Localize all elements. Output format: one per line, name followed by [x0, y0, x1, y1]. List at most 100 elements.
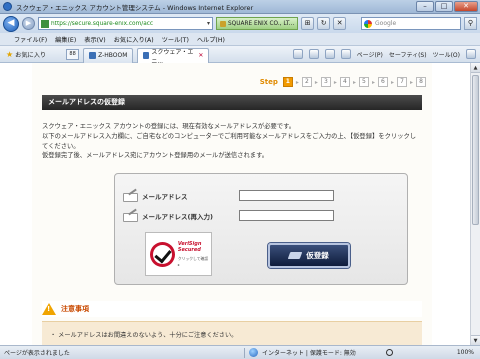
provisional-register-button[interactable]: 仮登録	[268, 243, 350, 268]
step-7: 7	[396, 77, 407, 87]
search-placeholder: Google	[375, 20, 397, 27]
site-icon	[41, 19, 49, 28]
email-confirm-field[interactable]	[239, 210, 334, 221]
submit-label: 仮登録	[306, 251, 329, 260]
menu-tools[interactable]: ツール(T)	[162, 35, 189, 44]
section-title: メールアドレスの仮登録	[42, 95, 422, 110]
page-icon	[89, 52, 97, 59]
mail-icon[interactable]	[324, 49, 335, 59]
step-2: 2	[301, 77, 312, 87]
step-indicator: Step 1 ▸ 2 ▸ 3 ▸ 4 ▸ 5 ▸ 6 ▸ 7 ▸ 8	[260, 77, 426, 87]
menu-edit[interactable]: 編集(E)	[55, 35, 76, 44]
menu-favorites[interactable]: お気に入り(A)	[114, 35, 154, 44]
search-icon[interactable]: ⚲	[464, 17, 477, 30]
favorites-label: お気に入り	[15, 51, 47, 59]
favorites-button[interactable]: ★ お気に入り	[6, 50, 46, 59]
window-controls: – □ ✕	[416, 1, 478, 12]
page-icon	[143, 52, 150, 59]
feeds-icon[interactable]	[308, 49, 319, 59]
menu-view[interactable]: 表示(V)	[84, 35, 105, 44]
step-1: 1	[282, 77, 293, 87]
tab-close-icon[interactable]: ✕	[198, 52, 203, 59]
step-4: 4	[339, 77, 350, 87]
address-bar: ◀ ▶ https://secure.square-enix.com/acc ▾…	[0, 14, 480, 33]
email-row: メールアドレス	[123, 190, 334, 202]
mail-pencil-icon	[123, 211, 138, 222]
scroll-up-icon[interactable]: ▲	[471, 63, 480, 73]
section-description: スクウェア・エニックス アカウントの登録には、現在有効なメールアドレスが必要です…	[42, 122, 420, 161]
status-bar: ページが表示されました インターネット | 保護モード: 無効 100%	[0, 345, 480, 359]
quick-tabs-icon[interactable]: 88	[66, 48, 80, 60]
menu-help[interactable]: ヘルプ(H)	[197, 35, 225, 44]
cmd-tools[interactable]: ツール(O)	[433, 50, 460, 59]
forward-button[interactable]: ▶	[22, 17, 35, 30]
verisign-check-icon	[150, 241, 175, 267]
cmd-page[interactable]: ページ(P)	[357, 50, 383, 59]
verisign-seal[interactable]: VeriSign Secured クリックして確認 ▸	[145, 232, 212, 276]
zoom-level[interactable]: 100%	[457, 349, 480, 356]
refresh-icon[interactable]: ↻	[317, 17, 331, 30]
print-icon[interactable]	[340, 49, 351, 59]
desc-line-2: 以下のメールアドレス入力欄に、ご自宅などのコンピューターでご利用可能なメールアド…	[42, 132, 417, 150]
registration-page: Step 1 ▸ 2 ▸ 3 ▸ 4 ▸ 5 ▸ 6 ▸ 7 ▸ 8 メールアド…	[32, 63, 432, 345]
desc-line-3: 仮登録完了後、メールアドレス宛にアカウント登録用のメールが送信されます。	[42, 152, 269, 160]
step-8: 8	[416, 77, 426, 87]
vertical-scrollbar[interactable]: ▲ ▼	[470, 63, 480, 345]
email-confirm-row: メールアドレス(再入力)	[123, 210, 334, 222]
notice-body: ・ メールアドレスはお間違えのないよう、十分にご注意ください。	[42, 321, 422, 345]
lock-icon	[220, 20, 226, 27]
security-zone[interactable]: インターネット | 保護モード: 無効	[262, 348, 382, 357]
step-5: 5	[358, 77, 369, 87]
step-label: Step	[259, 78, 278, 86]
home-icon[interactable]	[292, 49, 303, 59]
scroll-down-icon[interactable]: ▼	[471, 335, 480, 345]
back-button[interactable]: ◀	[3, 15, 19, 32]
zoom-icon	[386, 349, 393, 356]
tab-active[interactable]: スクウェア・エニ... ✕	[137, 47, 210, 65]
url-text: https://secure.square-enix.com/acc	[51, 20, 154, 27]
desc-line-1: スクウェア・エニックス アカウントの登録には、現在有効なメールアドレスが必要です…	[42, 123, 296, 130]
menu-bar: ファイル(F) 編集(E) 表示(V) お気に入り(A) ツール(T) ヘルプ(…	[0, 33, 480, 46]
star-icon: ★	[6, 49, 14, 59]
cmd-safety[interactable]: セーフティ(S)	[389, 50, 427, 59]
email-confirm-label: メールアドレス(再入力)	[142, 212, 213, 221]
page-content: Step 1 ▸ 2 ▸ 3 ▸ 4 ▸ 5 ▸ 6 ▸ 7 ▸ 8 メールアド…	[0, 63, 470, 345]
search-input[interactable]: Google	[361, 17, 461, 30]
notice-header: 注意事項	[42, 301, 422, 317]
cert-owner: SQUARE ENIX CO., LT...	[228, 20, 295, 27]
google-icon	[364, 19, 372, 28]
window-title: スクウェア・エニックス アカウント管理システム - Windows Intern…	[16, 3, 254, 12]
email-form: メールアドレス メールアドレス(再入力) VeriSign Secured クリ…	[114, 173, 408, 285]
step-3: 3	[320, 77, 331, 87]
step-6: 6	[377, 77, 388, 87]
favorites-bar: ★ お気に入り 88 Z-HBOOM スクウェア・エニ... ✕ ページ(P) …	[0, 46, 480, 65]
verisign-verify-link: クリックして確認 ▸	[177, 256, 209, 267]
tab-other[interactable]: Z-HBOOM	[83, 47, 134, 63]
help-icon[interactable]	[466, 49, 476, 59]
status-text: ページが表示されました	[4, 350, 70, 357]
url-dropdown-icon[interactable]: ▾	[205, 20, 212, 27]
close-button[interactable]: ✕	[454, 1, 478, 12]
compat-view-icon[interactable]: ⊞	[301, 17, 315, 30]
title-bar: スクウェア・エニックス アカウント管理システム - Windows Intern…	[0, 0, 480, 14]
minimize-button[interactable]: –	[416, 1, 434, 12]
maximize-button[interactable]: □	[435, 1, 453, 12]
notice-title: 注意事項	[61, 305, 89, 313]
pen-icon	[287, 252, 303, 259]
command-bar: ページ(P) セーフティ(S) ツール(O)	[292, 49, 480, 59]
security-report[interactable]: SQUARE ENIX CO., LT...	[216, 17, 299, 30]
internet-zone-icon	[249, 348, 258, 357]
tab-active-label: スクウェア・エニ...	[151, 48, 194, 65]
scroll-thumb[interactable]	[472, 75, 479, 225]
email-field[interactable]	[239, 190, 334, 201]
email-label: メールアドレス	[142, 192, 188, 201]
tab-group: 88	[66, 48, 80, 60]
ie-icon	[3, 2, 12, 11]
verisign-secured: Secured	[177, 247, 201, 253]
warning-icon	[42, 303, 56, 315]
tab-other-label: Z-HBOOM	[98, 52, 128, 59]
stop-icon[interactable]: ✕	[333, 17, 347, 30]
url-field[interactable]: https://secure.square-enix.com/acc ▾	[38, 17, 213, 30]
mail-pencil-icon	[123, 191, 138, 202]
menu-file[interactable]: ファイル(F)	[14, 35, 47, 44]
